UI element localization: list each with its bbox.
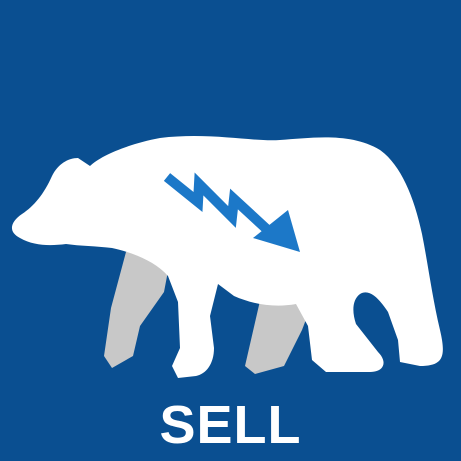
sell-caption: SELL (159, 395, 302, 455)
bear-illustration (11, 136, 443, 378)
bear-body (11, 136, 443, 378)
sell-graphic: SELL (0, 0, 461, 461)
